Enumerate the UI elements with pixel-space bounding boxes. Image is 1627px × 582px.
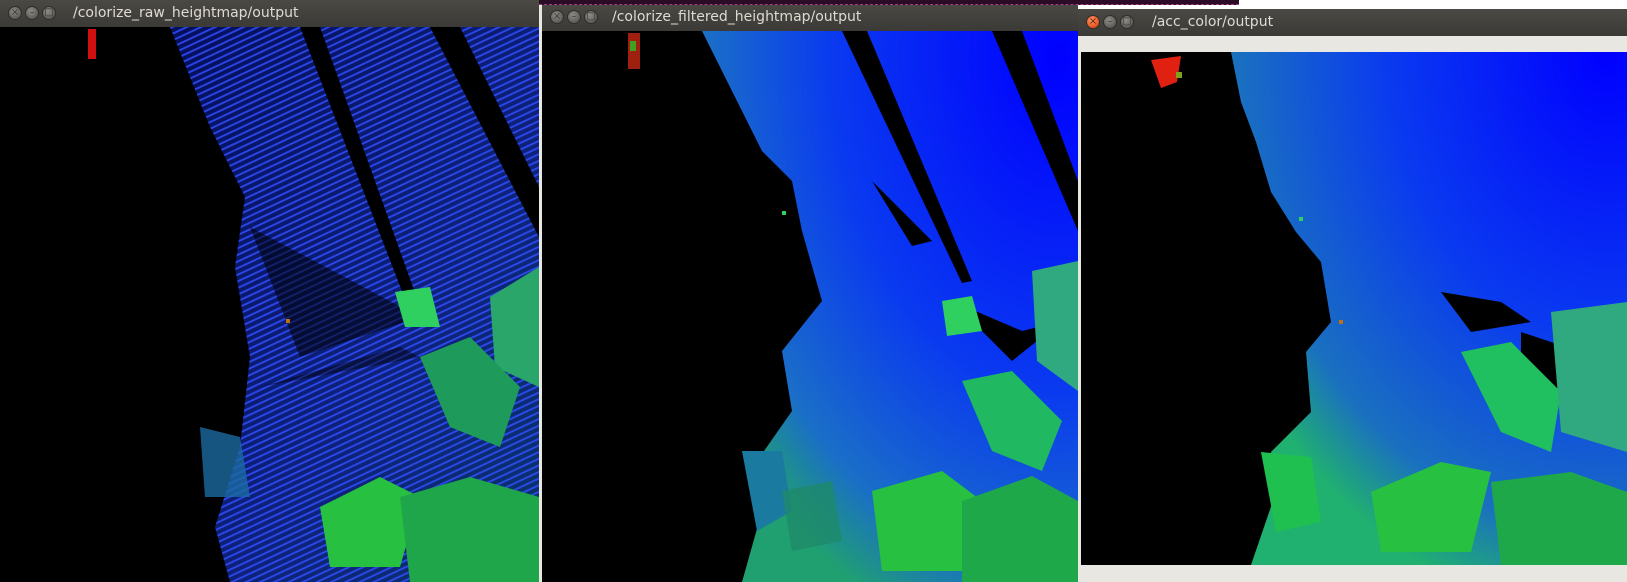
heightmap-image	[1081, 52, 1627, 565]
window-title: /colorize_filtered_heightmap/output	[612, 9, 862, 25]
close-icon: ×	[1088, 16, 1098, 27]
maximize-icon: □	[44, 7, 54, 18]
heightmap-image	[542, 31, 1078, 582]
titlebar[interactable]: × – □ /colorize_raw_heightmap/output	[0, 0, 539, 27]
toolbar-area	[1078, 36, 1627, 52]
heightmap-image	[0, 27, 539, 582]
minimize-icon: –	[29, 7, 35, 18]
maximize-button[interactable]: □	[584, 10, 598, 24]
maximize-icon: □	[586, 11, 596, 22]
titlebar[interactable]: × – □ /acc_color/output	[1078, 9, 1627, 36]
close-icon: ×	[10, 7, 20, 18]
close-button[interactable]: ×	[1086, 15, 1100, 29]
maximize-button[interactable]: □	[42, 6, 56, 20]
window-raw-heightmap[interactable]: × – □ /colorize_raw_heightmap/output	[0, 0, 539, 582]
minimize-button[interactable]: –	[25, 6, 39, 20]
desktop-edge	[539, 0, 1239, 5]
minimize-icon: –	[1107, 16, 1113, 27]
minimize-button[interactable]: –	[567, 10, 581, 24]
close-button[interactable]: ×	[8, 6, 22, 20]
window-filtered-heightmap[interactable]: × – □ /colorize_filtered_heightmap/outpu…	[539, 4, 1078, 582]
close-button[interactable]: ×	[550, 10, 564, 24]
maximize-button[interactable]: □	[1120, 15, 1134, 29]
window-title: /acc_color/output	[1152, 14, 1274, 30]
titlebar[interactable]: × – □ /colorize_filtered_heightmap/outpu…	[542, 4, 1078, 31]
maximize-icon: □	[1122, 16, 1132, 27]
minimize-icon: –	[571, 11, 577, 22]
minimize-button[interactable]: –	[1103, 15, 1117, 29]
close-icon: ×	[552, 11, 562, 22]
window-title: /colorize_raw_heightmap/output	[73, 5, 299, 21]
window-acc-color[interactable]: × – □ /acc_color/output	[1078, 9, 1627, 582]
